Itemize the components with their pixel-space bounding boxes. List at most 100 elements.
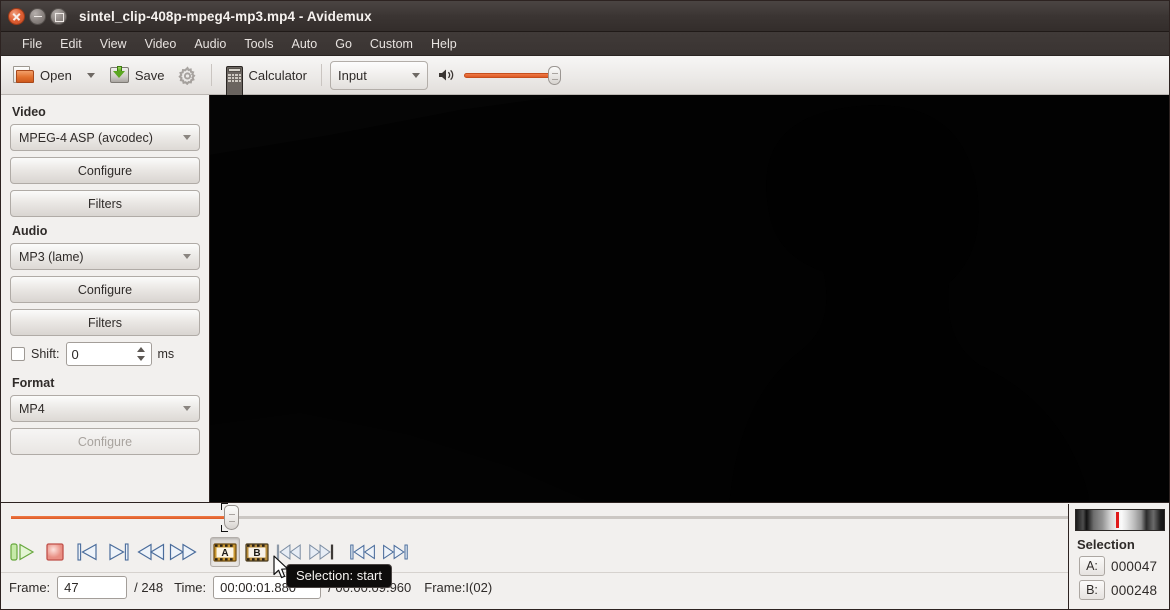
input-output-selector[interactable]: Input xyxy=(329,60,428,90)
audio-shift-label: Shift: xyxy=(31,347,60,361)
stepper-down-icon[interactable] xyxy=(137,356,145,361)
audio-filters-button[interactable]: Filters xyxy=(10,309,200,336)
video-section-title: Video xyxy=(12,105,46,119)
encoding-sidebar: Video MPEG-4 ASP (avcodec) Configure Fil… xyxy=(1,95,210,502)
next-frame-button[interactable] xyxy=(104,537,134,567)
chevron-down-icon xyxy=(183,254,191,259)
selection-row-b: B: 000248 xyxy=(1075,580,1164,600)
menu-bar: File Edit View Video Audio Tools Auto Go… xyxy=(1,32,1169,56)
time-label: Time: xyxy=(174,579,207,595)
audio-codec-value: MP3 (lame) xyxy=(19,249,84,264)
format-container-selector[interactable]: MP4 xyxy=(10,395,200,422)
go-to-end-button[interactable] xyxy=(380,537,410,567)
settings-button[interactable] xyxy=(172,61,203,90)
open-dropdown-button[interactable] xyxy=(80,61,102,90)
video-codec-selector[interactable]: MPEG-4 ASP (avcodec) xyxy=(10,124,200,151)
selection-a-value: 000047 xyxy=(1111,558,1158,574)
mouse-cursor xyxy=(273,555,290,585)
minimize-icon[interactable] xyxy=(29,7,46,25)
position-marker xyxy=(1116,512,1120,528)
frame-input[interactable]: 47 xyxy=(57,575,128,599)
title-bar: sintel_clip-408p-mpeg4-mp3.mp4 - Avidemu… xyxy=(1,1,1169,32)
go-to-start-button[interactable] xyxy=(348,537,378,567)
status-bar: Frame: 47 / 248 Time: 00:00:01.880 / 00:… xyxy=(1,572,1169,601)
format-container-value: MP4 xyxy=(19,401,45,416)
next-keyframe-button[interactable] xyxy=(306,537,336,567)
menu-auto[interactable]: Auto xyxy=(283,35,327,53)
audio-shift-units: ms xyxy=(157,347,175,361)
stepper-up-icon[interactable] xyxy=(137,347,145,352)
navigation-slider-bar xyxy=(1,502,1169,532)
menu-go[interactable]: Go xyxy=(326,35,361,53)
stepper-arrows[interactable] xyxy=(135,345,148,363)
menu-tools[interactable]: Tools xyxy=(235,35,282,53)
video-codec-value: MPEG-4 ASP (avcodec) xyxy=(19,130,153,145)
volume-slider[interactable] xyxy=(463,65,561,85)
navigation-slider-progress xyxy=(11,516,232,519)
save-button-label: Save xyxy=(134,67,165,83)
close-icon[interactable] xyxy=(8,7,25,25)
rewind-button[interactable] xyxy=(136,537,166,567)
calculator-button-label: Calculator xyxy=(248,67,307,83)
save-button[interactable]: Save xyxy=(104,61,171,90)
toolbar-separator-2 xyxy=(320,64,322,86)
calculator-button[interactable]: Calculator xyxy=(220,61,313,473)
menu-audio[interactable]: Audio xyxy=(185,35,235,53)
open-button[interactable]: Open xyxy=(7,61,78,90)
menu-custom[interactable]: Custom xyxy=(361,35,422,53)
svg-text:B: B xyxy=(253,548,260,559)
selection-end-button[interactable]: B xyxy=(242,537,272,567)
menu-help[interactable]: Help xyxy=(422,35,466,53)
audio-shift-stepper[interactable] xyxy=(65,342,152,366)
frame-total: / 248 xyxy=(134,579,164,595)
audio-configure-button[interactable]: Configure xyxy=(10,276,200,303)
audio-section-title: Audio xyxy=(12,224,48,238)
volume-slider-handle[interactable] xyxy=(547,65,561,85)
thumbnail-strip[interactable] xyxy=(1075,509,1165,531)
video-preview[interactable] xyxy=(210,95,1169,502)
selection-b-button[interactable]: B: xyxy=(1079,580,1105,600)
window-title: sintel_clip-408p-mpeg4-mp3.mp4 - Avidemu… xyxy=(79,8,372,24)
video-configure-button[interactable]: Configure xyxy=(10,157,200,184)
selection-b-value: 000248 xyxy=(1111,582,1158,598)
menu-edit[interactable]: Edit xyxy=(51,35,91,53)
open-button-label: Open xyxy=(40,67,72,83)
previous-frame-button[interactable] xyxy=(72,537,102,567)
video-filters-button[interactable]: Filters xyxy=(10,190,200,217)
main-body: Video MPEG-4 ASP (avcodec) Configure Fil… xyxy=(1,95,1169,502)
stop-button[interactable] xyxy=(40,537,70,567)
volume-speaker-icon[interactable] xyxy=(438,67,456,83)
menu-video[interactable]: Video xyxy=(136,35,186,53)
audio-shift-input[interactable] xyxy=(66,344,131,364)
audio-shift-row: Shift: ms xyxy=(11,342,200,366)
navigation-slider-handle[interactable] xyxy=(224,505,240,530)
video-frame-image xyxy=(210,95,1169,502)
selection-start-button[interactable]: A xyxy=(210,537,240,567)
audio-shift-checkbox[interactable] xyxy=(11,347,25,361)
window-controls xyxy=(8,7,67,25)
tooltip: Selection: start xyxy=(286,564,392,588)
save-disk-icon xyxy=(109,65,130,85)
chevron-down-icon xyxy=(411,72,420,78)
play-button[interactable] xyxy=(8,537,38,567)
selection-panel: Selection A: 000047 B: 000248 xyxy=(1068,504,1169,609)
selection-row-a: A: 000047 xyxy=(1075,556,1164,576)
selection-a-button[interactable]: A: xyxy=(1079,556,1105,576)
selection-title: Selection xyxy=(1077,537,1135,552)
audio-codec-selector[interactable]: MP3 (lame) xyxy=(10,243,200,270)
transport-controls: A B xyxy=(1,532,1169,572)
menu-view[interactable]: View xyxy=(91,35,136,53)
menu-file[interactable]: File xyxy=(13,35,51,53)
forward-button[interactable] xyxy=(168,537,198,567)
calculator-icon xyxy=(226,66,244,473)
open-folder-icon xyxy=(13,65,35,85)
frame-type-indicator: Frame:I(02) xyxy=(424,579,493,595)
frame-label: Frame: xyxy=(9,579,51,595)
format-section-title: Format xyxy=(12,376,55,390)
toolbar-separator xyxy=(211,64,213,86)
volume-slider-track xyxy=(463,72,554,78)
maximize-icon[interactable] xyxy=(50,7,67,25)
chevron-down-icon xyxy=(183,135,191,140)
input-selector-value: Input xyxy=(337,67,367,83)
navigation-slider[interactable] xyxy=(11,503,1159,532)
